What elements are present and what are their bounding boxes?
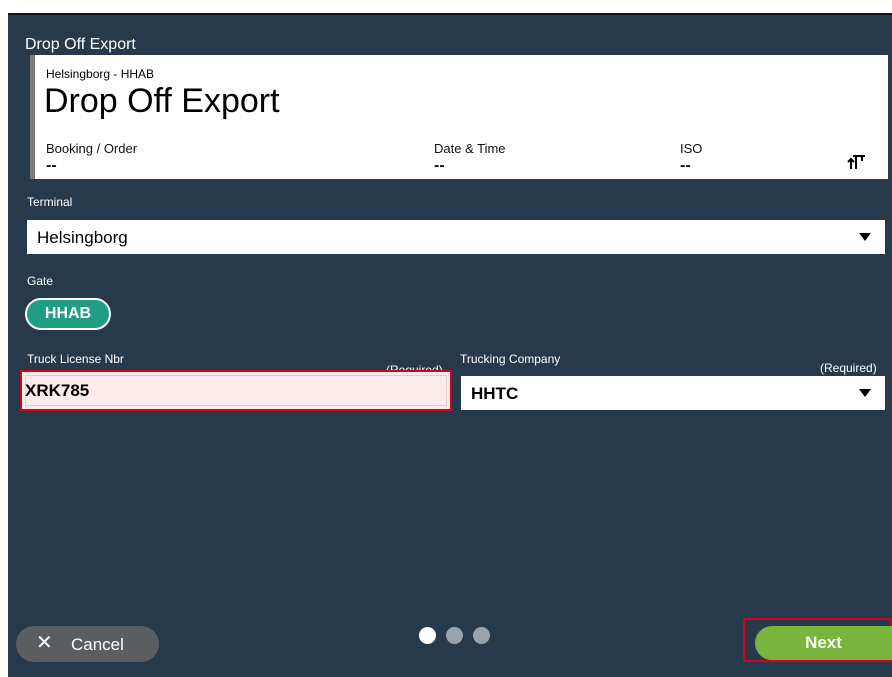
terminal-select[interactable]: Helsingborg — [27, 220, 885, 254]
close-icon: ✕ — [36, 632, 53, 654]
pager-dot-3[interactable] — [473, 627, 490, 644]
iso-label: ISO — [680, 141, 703, 156]
cancel-label: Cancel — [71, 635, 124, 654]
pager-dot-1[interactable] — [419, 627, 436, 644]
trucking-company-select[interactable]: HHTC — [461, 376, 885, 410]
page-title: Drop Off Export — [44, 82, 280, 120]
window-title: Drop Off Export — [25, 36, 136, 53]
booking-order-value: -- — [46, 157, 57, 174]
trucking-company-required: (Required) — [820, 361, 877, 375]
truck-license-label: Truck License Nbr — [27, 352, 124, 366]
crane-icon[interactable] — [847, 151, 867, 171]
pager-dots — [419, 626, 499, 646]
date-time-label: Date & Time — [434, 141, 506, 156]
truck-license-input[interactable]: XRK785 — [20, 370, 452, 411]
location-subtitle: Helsingborg - HHAB — [46, 67, 155, 81]
trucking-company-value: HHTC — [471, 384, 519, 403]
terminal-label: Terminal — [27, 195, 73, 209]
booking-order-label: Booking / Order — [46, 141, 138, 156]
pager-dot-2[interactable] — [446, 627, 463, 644]
gate-option-hhab[interactable]: HHAB — [25, 298, 111, 330]
next-button[interactable]: Next — [755, 626, 892, 660]
gate-label: Gate — [27, 274, 54, 288]
chevron-down-icon — [859, 233, 871, 241]
app-window: Drop Off Export Helsingborg - HHAB Drop … — [8, 13, 892, 677]
chevron-down-icon — [859, 389, 871, 397]
terminal-value: Helsingborg — [37, 228, 128, 247]
cancel-button[interactable]: ✕ Cancel — [16, 626, 159, 662]
truck-license-value: XRK785 — [25, 381, 90, 400]
iso-value: -- — [680, 157, 691, 174]
trucking-company-label: Trucking Company — [460, 352, 561, 366]
date-time-value: -- — [434, 157, 445, 174]
summary-card: Helsingborg - HHAB Drop Off Export Booki… — [30, 55, 888, 179]
